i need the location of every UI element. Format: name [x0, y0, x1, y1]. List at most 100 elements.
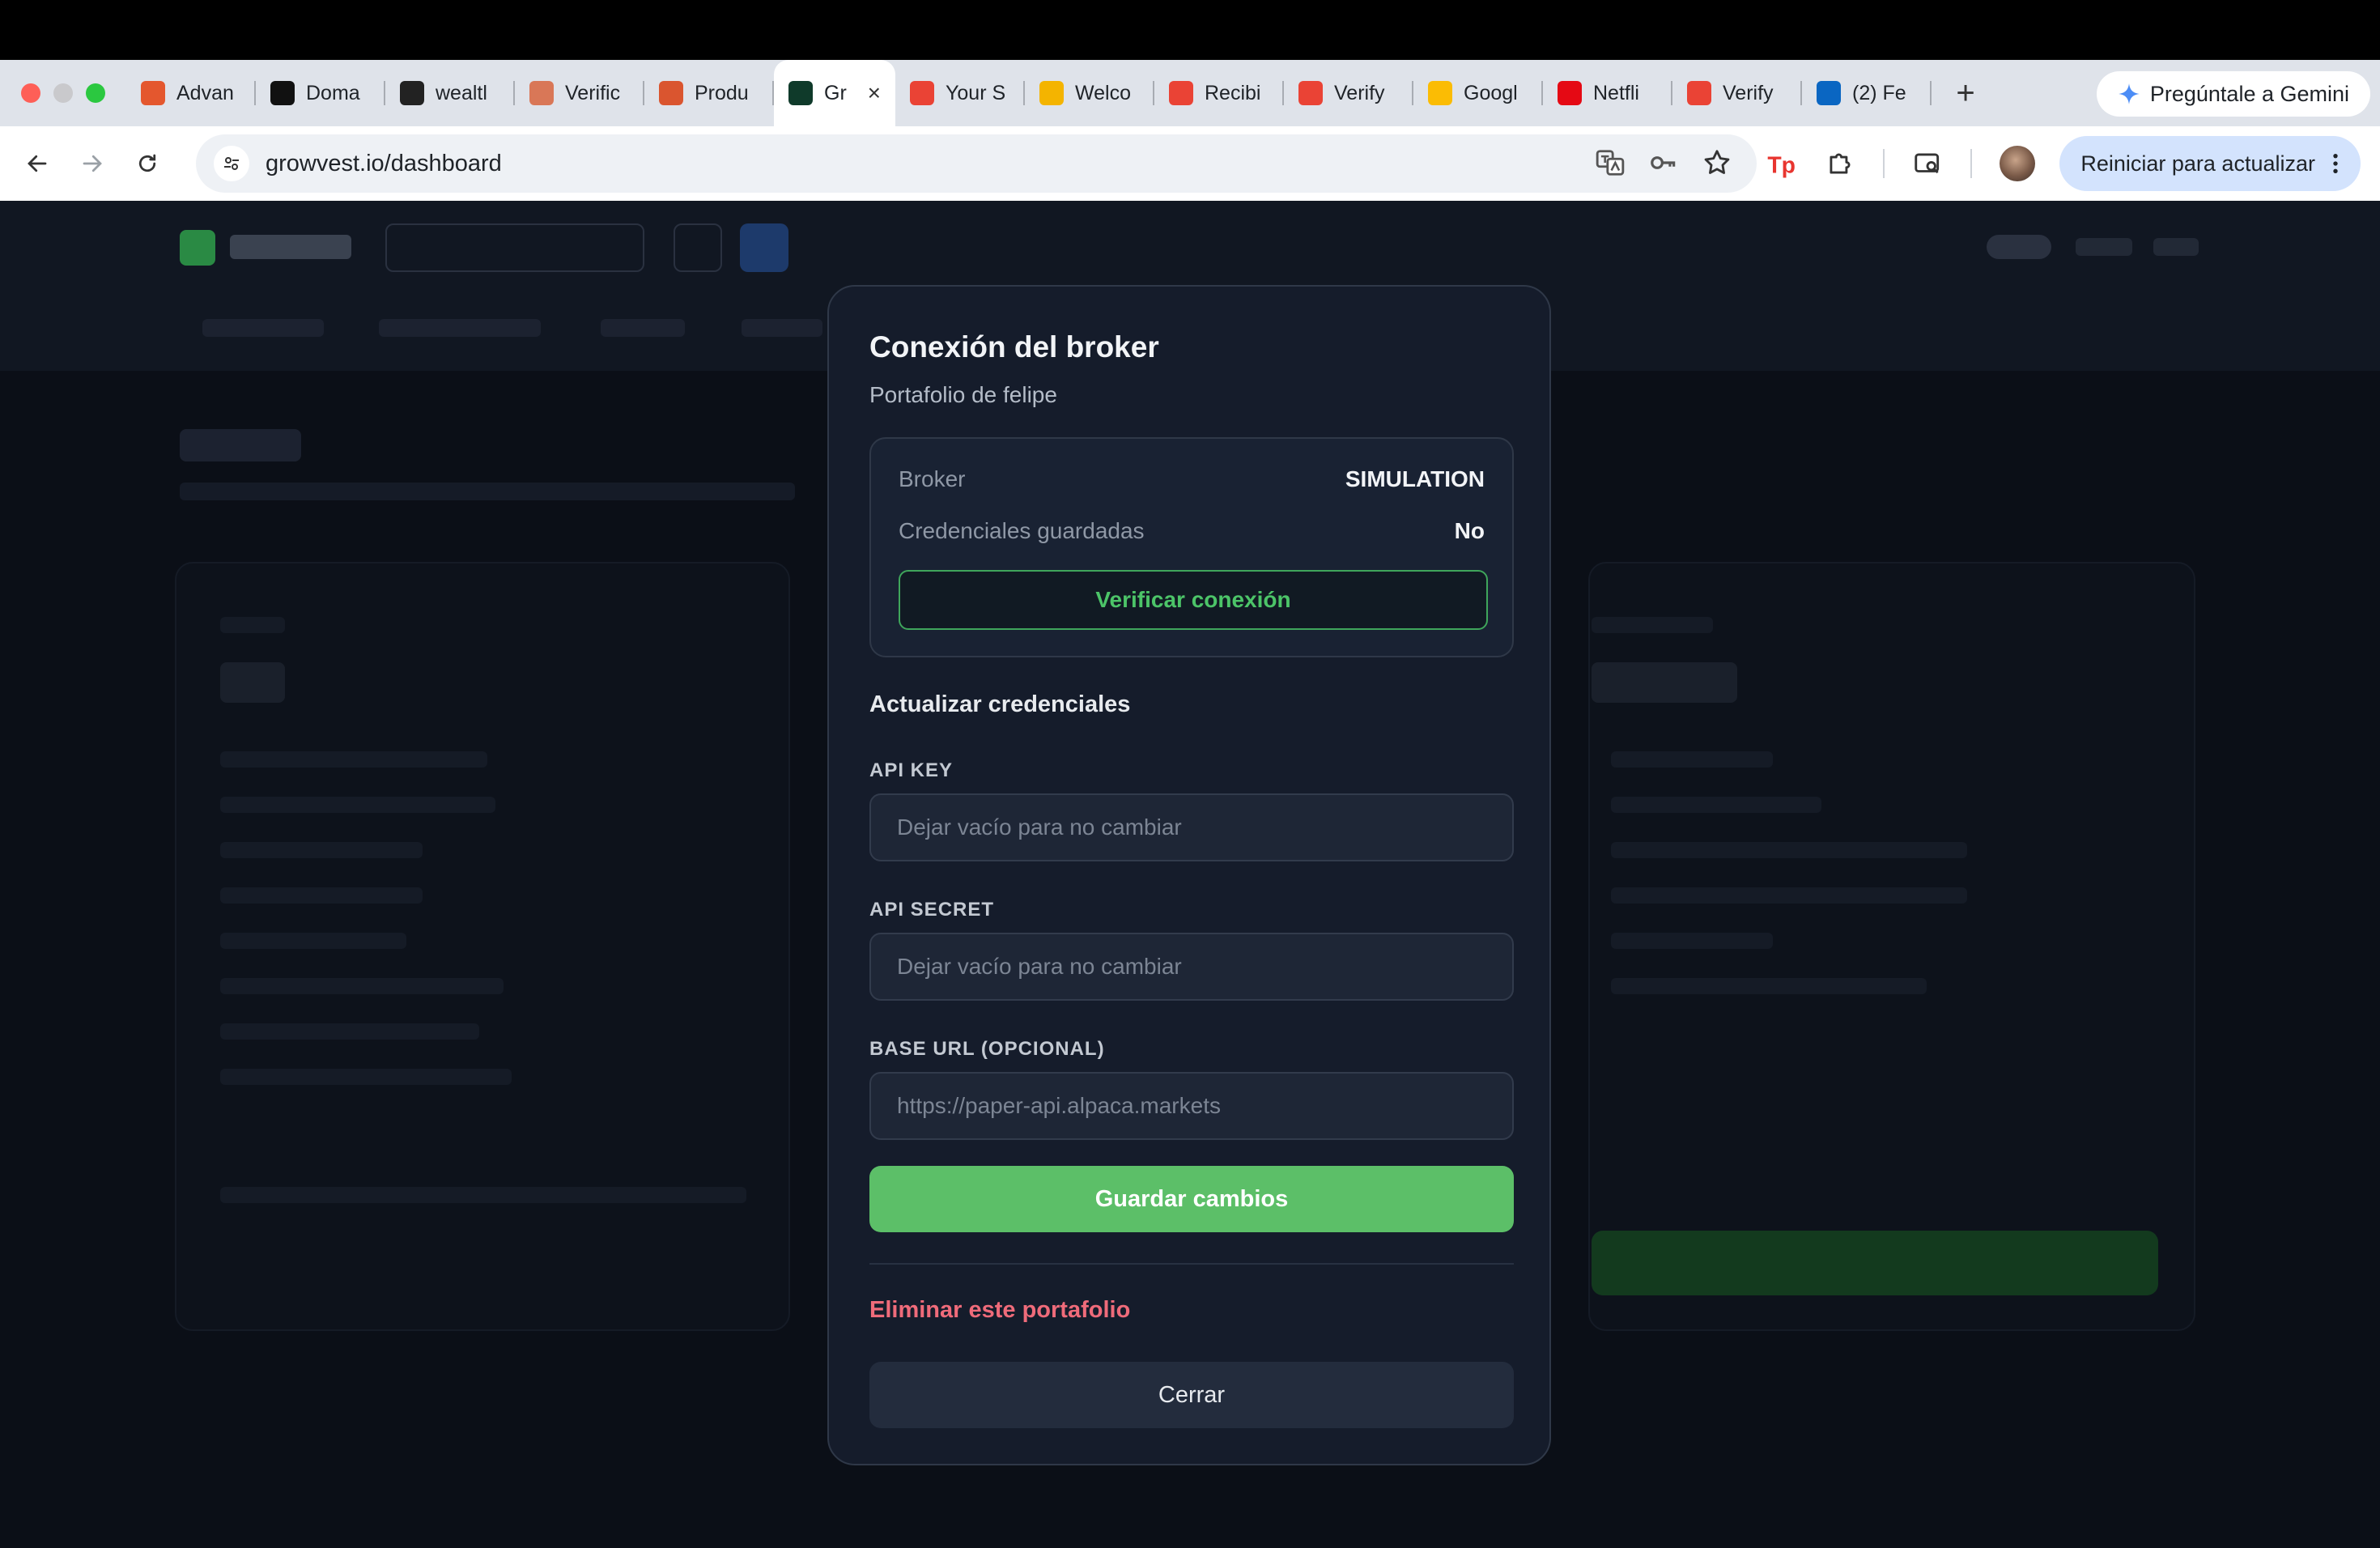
tp-extension-icon[interactable]: Tp: [1765, 147, 1797, 180]
gemini-label: Pregúntale a Gemini: [2149, 81, 2349, 106]
base-url-input[interactable]: [869, 1072, 1514, 1140]
browser-tab[interactable]: Welco: [1025, 60, 1154, 126]
broker-info-panel: Broker SIMULATION Credenciales guardadas…: [869, 437, 1514, 657]
bg-line: [1611, 887, 1967, 904]
bg-line: [220, 933, 406, 949]
browser-tab[interactable]: Verify: [1672, 60, 1802, 126]
api-secret-input[interactable]: [869, 933, 1514, 1001]
tab-search-icon[interactable]: [1912, 148, 1943, 179]
bg-line: [220, 887, 423, 904]
reload-icon: [138, 154, 156, 172]
bg-brand: [230, 235, 351, 259]
tab-title: Verify: [1334, 81, 1385, 104]
bg-r3: [2153, 238, 2199, 256]
bg-line: [220, 1023, 479, 1040]
upgrade-button-dimmed: [1592, 1231, 2158, 1295]
producthunt-favicon-icon: [659, 81, 683, 105]
doma-favicon-icon: [270, 81, 295, 105]
wealth-favicon-icon: [400, 81, 424, 105]
screen: Advan Doma wealtl Verific Produ Gr × Your S Welc…: [0, 0, 2380, 1548]
update-browser-button[interactable]: Reiniciar para actualizar: [2059, 136, 2361, 191]
credentials-value: No: [1454, 518, 1485, 543]
bg-sq2: [740, 223, 788, 272]
api-secret-label: API SECRET: [869, 899, 995, 921]
browser-tab[interactable]: Your S: [895, 60, 1025, 126]
bg-nav: [742, 319, 822, 337]
address-bar[interactable]: growvest.io/dashboard: [196, 134, 1757, 193]
profile-avatar[interactable]: [2000, 146, 2035, 181]
close-modal-button[interactable]: Cerrar: [869, 1362, 1514, 1428]
advan-favicon-icon: [141, 81, 165, 105]
bg-line: [1611, 842, 1967, 858]
window-controls: [21, 83, 105, 103]
maximize-window-button[interactable]: [86, 83, 105, 103]
new-tab-button[interactable]: +: [1949, 75, 1982, 112]
password-key-icon[interactable]: [1648, 147, 1679, 178]
bg-r2: [2076, 238, 2132, 256]
close-window-button[interactable]: [21, 83, 40, 103]
modal-title: Conexión del broker: [869, 330, 1159, 364]
save-changes-button[interactable]: Guardar cambios: [869, 1166, 1514, 1232]
browser-tab[interactable]: wealtl: [385, 60, 515, 126]
back-button[interactable]: [19, 146, 55, 181]
extensions-puzzle-icon[interactable]: [1825, 148, 1855, 179]
modal-divider: [869, 1263, 1514, 1265]
bg-line: [220, 751, 487, 768]
gmail-favicon-icon: [1298, 81, 1323, 105]
bg-line: [220, 1187, 746, 1203]
browser-tab[interactable]: Gr ×: [774, 60, 895, 126]
bg-sq1: [674, 223, 722, 272]
browser-tab[interactable]: Produ: [644, 60, 774, 126]
bg-line: [1611, 751, 1773, 768]
verify-connection-button[interactable]: Verificar conexión: [899, 570, 1488, 630]
bg-line: [220, 1069, 512, 1085]
tab-title: Verify: [1723, 81, 1774, 104]
browser-tab[interactable]: Googl: [1413, 60, 1543, 126]
minimize-window-button[interactable]: [53, 83, 73, 103]
browser-tab[interactable]: (2) Fe: [1802, 60, 1932, 126]
broker-connection-modal: Conexión del broker Portafolio de felipe…: [827, 285, 1551, 1465]
browser-tab[interactable]: Verific: [515, 60, 644, 126]
tab-title: Gr: [824, 81, 847, 104]
gmail-favicon-icon: [910, 81, 934, 105]
reload-button[interactable]: [130, 146, 165, 181]
google-meet-favicon-icon: [1428, 81, 1452, 105]
api-key-label: API KEY: [869, 759, 954, 781]
tab-title: Produ: [695, 81, 749, 104]
bg-big: [1592, 662, 1737, 703]
browser-tab[interactable]: Advan: [126, 60, 256, 126]
browser-toolbar: growvest.io/dashboard Tp Reiniciar para …: [0, 126, 2380, 201]
macos-menu-bar: [0, 0, 2380, 60]
browser-tab[interactable]: Recibi: [1154, 60, 1284, 126]
bg-line: [1611, 797, 1821, 813]
close-tab-icon[interactable]: ×: [868, 80, 881, 106]
gmail-favicon-icon: [1687, 81, 1711, 105]
update-label: Reiniciar para actualizar: [2080, 151, 2315, 176]
tab-title: wealtl: [436, 81, 487, 104]
translate-icon[interactable]: [1595, 147, 1626, 178]
gmail-favicon-icon: [1169, 81, 1193, 105]
tab-title: Your S: [946, 81, 1006, 104]
app-logo-dimmed: [180, 230, 215, 266]
tab-title: Netfli: [1593, 81, 1639, 104]
gemini-button[interactable]: Pregúntale a Gemini: [2096, 71, 2370, 117]
tab-title: Verific: [565, 81, 621, 104]
tab-title: Googl: [1464, 81, 1518, 104]
site-settings-icon[interactable]: [214, 146, 249, 181]
bg-nav: [202, 319, 324, 337]
bg-line: [220, 617, 285, 633]
api-key-input[interactable]: [869, 793, 1514, 861]
broker-value: SIMULATION: [1345, 466, 1485, 491]
browser-tab[interactable]: Doma: [256, 60, 385, 126]
bookmark-star-icon[interactable]: [1702, 147, 1732, 178]
browser-tab[interactable]: Netfli: [1543, 60, 1672, 126]
tab-list: Advan Doma wealtl Verific Produ Gr × Your S Welc…: [126, 60, 1932, 126]
url-text: growvest.io/dashboard: [266, 150, 502, 176]
browser-tab[interactable]: Verify: [1284, 60, 1413, 126]
delete-portfolio-link[interactable]: Eliminar este portafolio: [869, 1297, 1130, 1324]
forward-button[interactable]: [74, 146, 110, 181]
claude-favicon-icon: [529, 81, 554, 105]
bg-nav: [379, 319, 541, 337]
address-bar-actions: [1595, 147, 1732, 178]
bg-line: [1611, 933, 1773, 949]
